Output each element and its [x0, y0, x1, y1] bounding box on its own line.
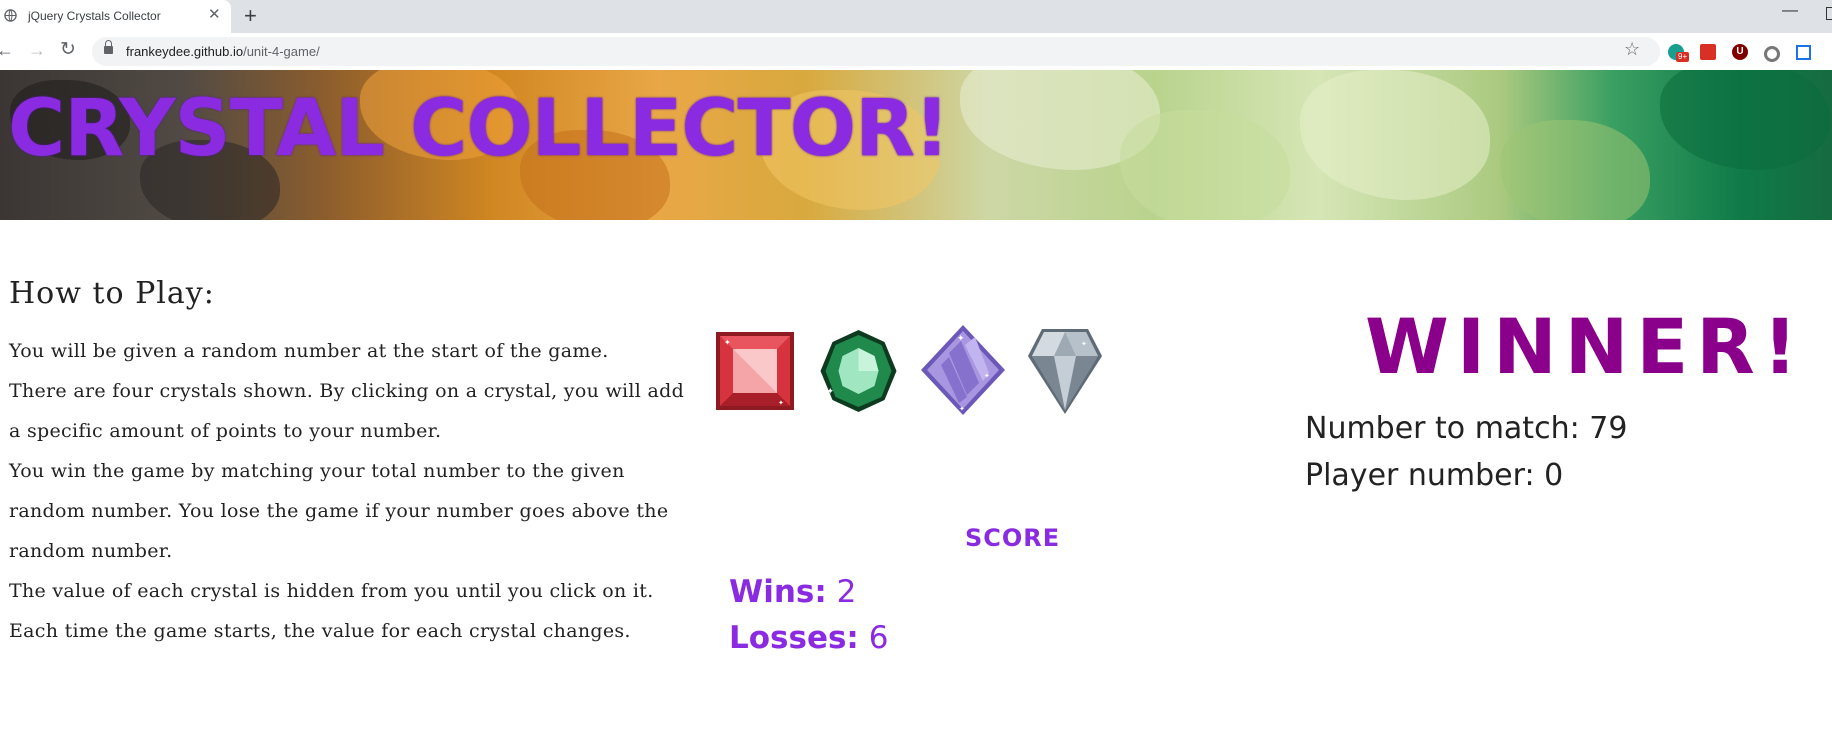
banner-rock-decoration [1300, 70, 1490, 200]
forward-arrow-icon[interactable]: → [28, 40, 46, 61]
player-number: Player number: 0 [1305, 458, 1563, 493]
close-tab-icon[interactable]: ✕ [208, 6, 221, 24]
wins-label: Wins: [729, 574, 827, 610]
red-ruby-crystal-button[interactable]: ✦ ✦ [715, 331, 795, 411]
wins-value: 2 [836, 574, 857, 610]
svg-text:✦: ✦ [778, 399, 784, 407]
banner-rock-decoration [1500, 120, 1650, 220]
banner-rock-decoration [1660, 70, 1830, 170]
number-to-match-value: 79 [1589, 411, 1628, 446]
browser-tab[interactable]: jQuery Crystals Collector ✕ [0, 0, 231, 33]
reload-icon[interactable]: ↻ [60, 38, 76, 61]
lock-icon[interactable] [104, 40, 113, 54]
svg-text:✦: ✦ [959, 405, 965, 413]
extension-circle-icon[interactable] [1764, 46, 1780, 62]
player-number-value: 0 [1544, 458, 1564, 493]
losses-label: Losses: [729, 620, 859, 656]
instruction-paragraph: There are four crystals shown. By clicki… [9, 380, 685, 442]
player-number-label: Player number: [1305, 458, 1535, 493]
instruction-paragraph: You win the game by matching your total … [9, 460, 669, 562]
instruction-paragraph: The value of each crystal is hidden from… [9, 580, 654, 602]
instructions-text: You will be given a random number at the… [9, 331, 699, 651]
browser-toolbar: ← → ↻ frankeydee.github.io/unit-4-game/ … [0, 33, 1832, 71]
number-to-match-label: Number to match: [1305, 411, 1580, 446]
browser-tab-strip: jQuery Crystals Collector ✕ + — [0, 0, 1832, 33]
svg-text:✦: ✦ [827, 386, 835, 396]
svg-text:✦: ✦ [1081, 340, 1087, 348]
page-title: CRYSTAL COLLECTOR! [8, 84, 950, 174]
extension-reader-icon[interactable] [1796, 45, 1811, 60]
new-tab-plus-icon[interactable]: + [244, 3, 257, 29]
losses-counter: Losses: 6 [729, 620, 888, 656]
svg-text:✦: ✦ [984, 372, 990, 380]
extension-lastpass-icon[interactable] [1700, 44, 1716, 60]
how-to-play-heading: How to Play: [9, 276, 215, 311]
number-to-match: Number to match: 79 [1305, 411, 1627, 446]
extension-grammarly-icon[interactable]: 9+ [1668, 44, 1690, 62]
score-heading: SCORE [965, 524, 1061, 552]
url-text[interactable]: frankeydee.github.io/unit-4-game/ [126, 44, 320, 59]
window-maximize-icon[interactable] [1826, 7, 1832, 20]
tab-title: jQuery Crystals Collector [28, 9, 161, 23]
winner-message: WINNER! [1365, 302, 1806, 391]
address-bar[interactable]: frankeydee.github.io/unit-4-game/ ☆ [92, 37, 1660, 66]
svg-text:✦: ✦ [724, 338, 731, 347]
instruction-paragraph: You will be given a random number at the… [9, 340, 609, 362]
banner-rock-decoration [1120, 110, 1290, 220]
crystal-banner: CRYSTAL COLLECTOR! [0, 70, 1832, 220]
back-arrow-icon[interactable]: ← [0, 40, 14, 61]
extension-badge: 9+ [1676, 52, 1690, 62]
instruction-paragraph: Each time the game starts, the value for… [9, 620, 631, 642]
wins-counter: Wins: 2 [729, 574, 856, 610]
white-diamond-crystal-button[interactable]: ✦ [1026, 326, 1104, 415]
losses-value: 6 [868, 620, 889, 656]
bookmark-star-icon[interactable]: ☆ [1624, 39, 1640, 60]
globe-icon [4, 9, 17, 22]
green-emerald-crystal-button[interactable]: ✦ [818, 328, 899, 414]
svg-text:✦: ✦ [957, 333, 965, 343]
window-minimize-icon[interactable]: — [1782, 2, 1798, 20]
purple-amethyst-crystal-button[interactable]: ✦ ✦ ✦ [919, 323, 1007, 417]
extension-ublock-icon[interactable]: U [1732, 44, 1748, 60]
